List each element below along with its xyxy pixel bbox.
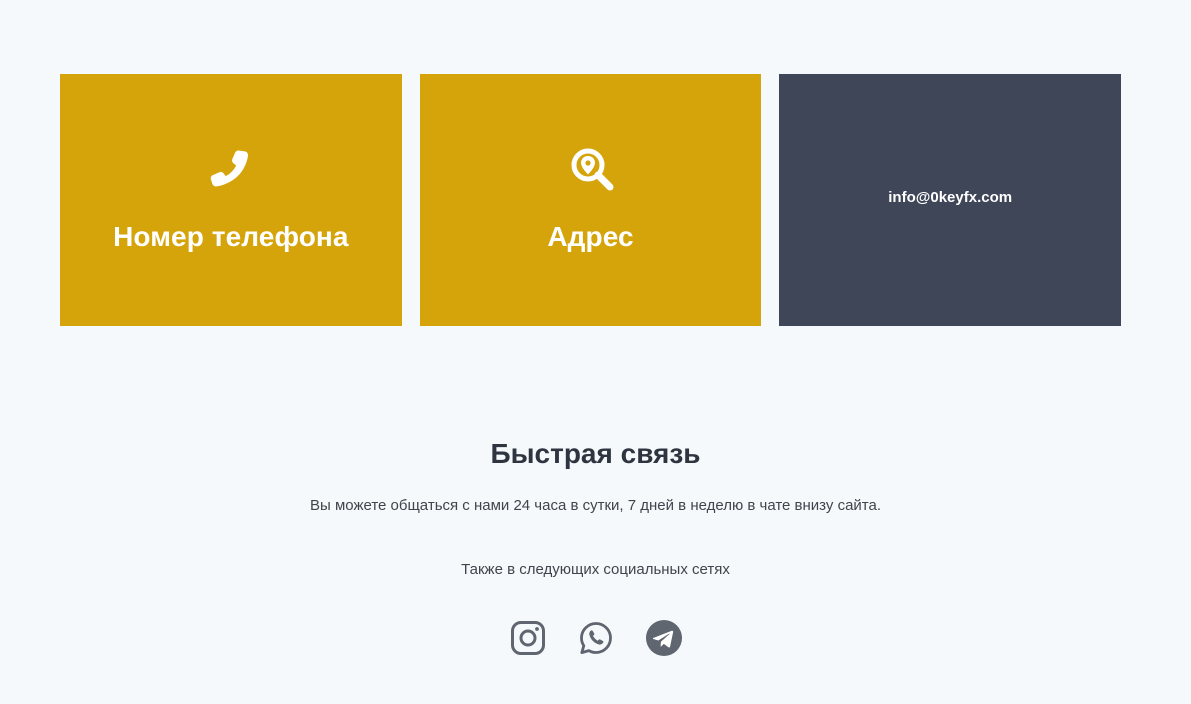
whatsapp-link[interactable] <box>577 619 615 657</box>
quick-contact-description: Вы можете общаться с нами 24 часа в сутк… <box>310 497 881 514</box>
phone-card[interactable]: Номер телефона <box>60 74 402 326</box>
phone-card-label: Номер телефона <box>113 221 349 252</box>
contact-cards: Номер телефона Адрес info@0keyfx.com <box>60 74 1122 326</box>
social-networks-text: Также в следующих социальных сетях <box>461 561 730 578</box>
telegram-link[interactable] <box>645 619 683 657</box>
quick-contact-section: Быстрая связь Вы можете общаться с нами … <box>0 430 1191 580</box>
instagram-link[interactable] <box>509 619 547 657</box>
phone-icon <box>207 145 255 193</box>
location-search-icon <box>567 145 615 193</box>
address-card[interactable]: Адрес <box>419 74 762 326</box>
quick-contact-title: Быстрая связь <box>490 438 701 469</box>
address-card-label: Адрес <box>547 221 634 252</box>
instagram-icon <box>510 620 546 656</box>
email-link[interactable]: info@0keyfx.com <box>888 189 1012 206</box>
whatsapp-icon <box>578 620 614 656</box>
telegram-icon <box>645 619 683 657</box>
social-links <box>0 619 1191 657</box>
email-card[interactable]: info@0keyfx.com <box>779 74 1122 326</box>
